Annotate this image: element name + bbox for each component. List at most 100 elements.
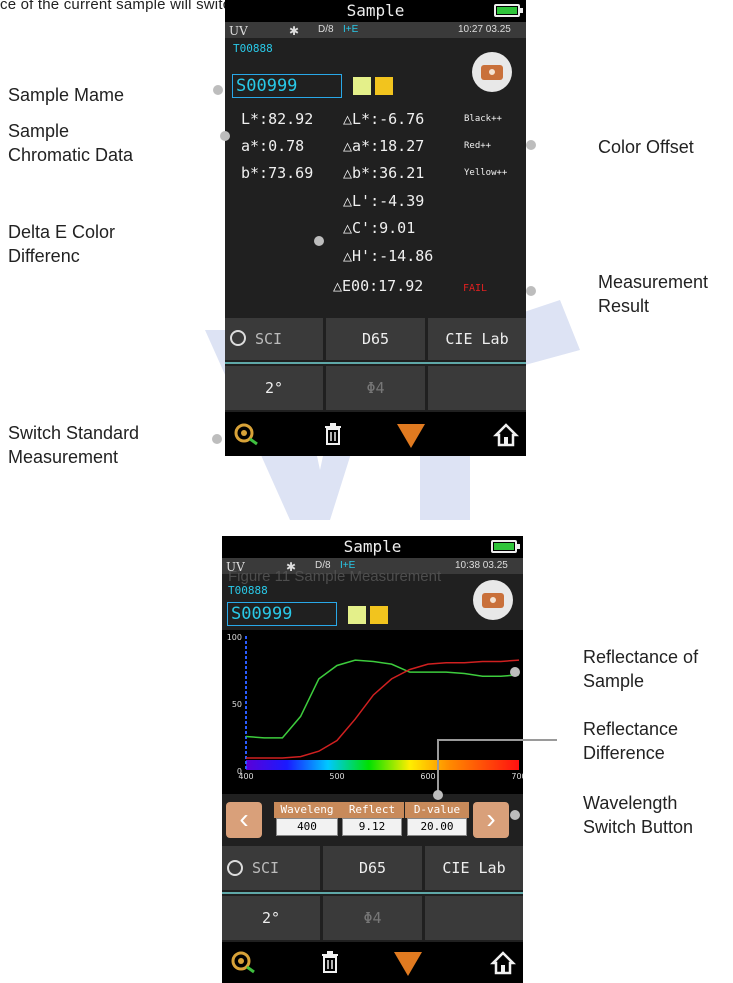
sample-swatch: [375, 77, 393, 95]
callout-leader-line: [437, 739, 557, 793]
standard-swatch: [353, 77, 371, 95]
wavelength-value: 400: [276, 818, 338, 836]
bottom-toolbar: [225, 412, 526, 456]
sample-name-field[interactable]: S00999: [227, 602, 337, 626]
callout-dot: [220, 131, 230, 141]
delta-H-prime: △H':-14.86: [343, 247, 434, 265]
color-space-cell[interactable]: CIE Lab: [425, 846, 523, 890]
callout-dot: [526, 286, 536, 296]
empty-cell: [428, 366, 526, 410]
illuminant-cell[interactable]: D65: [326, 318, 425, 360]
callout-measurement-result: Measurement Result: [598, 272, 709, 316]
callout-reflectance-sample: Reflectance of Sample: [583, 647, 699, 691]
status-bar: UV ✱ D/8 I+E 10:27 03.25: [225, 22, 526, 38]
observer-cell[interactable]: 2°: [222, 896, 320, 940]
callout-sample-name: Sample Mame: [8, 85, 125, 105]
callout-reflectance-difference: Reflectance Difference: [583, 719, 679, 763]
home-icon[interactable]: [493, 422, 519, 448]
callout-switch-standard: Switch Standard Measurement: [8, 423, 140, 467]
callout-dot: [510, 667, 520, 677]
callout-dot: [213, 85, 223, 95]
standard-swatch: [348, 606, 366, 624]
delta-C-prime: △C':9.01: [343, 219, 416, 237]
standard-switch-icon[interactable]: [233, 422, 259, 448]
clock: 10:38 03.25: [455, 560, 508, 571]
delta-a: △a*:18.27: [343, 137, 425, 155]
device-screen-1: Sample UV ✱ D/8 I+E 10:27 03.25 T00888 S…: [225, 0, 526, 456]
observer-cell[interactable]: 2°: [225, 366, 323, 410]
result-fail: FAIL: [463, 283, 488, 294]
sample-name-field[interactable]: S00999: [232, 74, 342, 98]
sci-label: SCI: [255, 330, 283, 348]
color-space-cell[interactable]: CIE Lab: [428, 318, 526, 360]
offset-yellow: Yellow++: [464, 168, 508, 178]
standard-switch-icon[interactable]: [230, 950, 256, 976]
sci-label: SCI: [252, 859, 280, 877]
lab-L: L*:82.92: [241, 110, 314, 128]
reflectance-value: 9.12: [342, 818, 402, 836]
camera-icon[interactable]: [472, 52, 512, 92]
callout-dot: [526, 140, 536, 150]
clock: 10:27 03.25: [458, 24, 511, 35]
sci-cell[interactable]: SCI: [225, 318, 323, 360]
delta-L: △L*:-6.76: [343, 110, 425, 128]
callout-dot: [510, 810, 520, 820]
aperture-cell[interactable]: Φ4: [323, 896, 422, 940]
sample-swatch: [370, 606, 388, 624]
measure-down-icon[interactable]: [394, 952, 422, 976]
sci-cell[interactable]: SCI: [222, 846, 320, 890]
sci-icon: [227, 860, 243, 876]
grid-separator: [225, 362, 526, 364]
d-value-label: D-value: [405, 802, 469, 818]
standard-id: T00888: [233, 42, 273, 55]
trash-icon[interactable]: [323, 422, 343, 446]
y-tick-label: 50: [232, 700, 242, 709]
wavelength-label: Waveleng: [274, 802, 340, 818]
wavelength-box: Waveleng 400: [274, 802, 340, 840]
illuminant-cell[interactable]: D65: [323, 846, 422, 890]
callout-dot: [433, 790, 443, 800]
x-tick-label: 400: [238, 772, 253, 781]
bottom-toolbar: [222, 942, 523, 983]
aperture-cell[interactable]: Φ4: [326, 366, 425, 410]
callout-delta-e: Delta E Color Differenc: [8, 222, 116, 266]
wavelength-next-button[interactable]: ›: [473, 802, 509, 838]
reflectance-label: Reflect: [340, 802, 404, 818]
reflectance-box: Reflect 9.12: [340, 802, 404, 840]
home-icon[interactable]: [490, 950, 516, 976]
y-tick-label: 100: [227, 633, 242, 642]
uv-mode: UV: [229, 24, 248, 38]
callout-chromatic: Sample Chromatic Data: [8, 121, 134, 165]
titlebar: Sample: [225, 0, 526, 22]
delta-b: △b*:36.21: [343, 164, 425, 182]
callout-dot: [212, 434, 222, 444]
lab-b: b*:73.69: [241, 164, 314, 182]
battery-icon: [491, 540, 520, 553]
screen-title: Sample: [343, 537, 402, 556]
screen-title: Sample: [346, 1, 405, 20]
wavelength-prev-button[interactable]: ‹: [226, 802, 262, 838]
bluetooth-icon: ✱: [289, 24, 300, 38]
offset-red: Red++: [464, 141, 492, 151]
series-line-0: [245, 659, 520, 739]
empty-cell: [425, 896, 523, 940]
lab-a: a*:0.78: [241, 137, 305, 155]
illum-mode: I+E: [343, 24, 359, 35]
camera-icon[interactable]: [473, 580, 513, 620]
callout-wavelength-switch: Wavelength Switch Button: [583, 793, 694, 837]
callout-dot: [314, 236, 324, 246]
figure-caption: Figure 11 Sample Measurement: [228, 568, 442, 585]
measure-down-icon[interactable]: [397, 424, 425, 448]
battery-icon: [494, 4, 523, 17]
grid-separator: [222, 892, 523, 894]
callout-color-offset: Color Offset: [598, 137, 694, 157]
titlebar: Sample: [222, 536, 523, 558]
d-value-box: D-value 20.00: [405, 802, 469, 840]
standard-id: T00888: [228, 584, 268, 597]
sci-icon: [230, 330, 246, 346]
delta-L-prime: △L':-4.39: [343, 192, 425, 210]
trash-icon[interactable]: [320, 950, 340, 974]
geometry: D/8: [318, 24, 334, 35]
d-value-value: 20.00: [407, 818, 467, 836]
offset-black: Black++: [464, 114, 502, 124]
